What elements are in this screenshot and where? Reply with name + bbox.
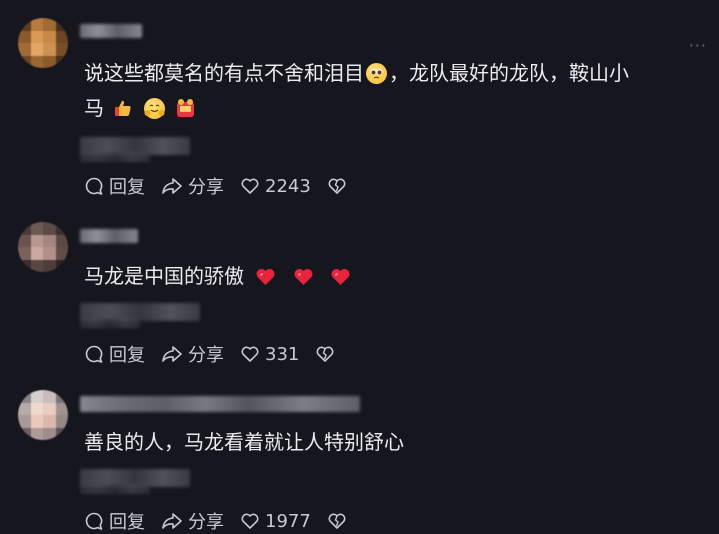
share-label: 分享 <box>188 512 224 533</box>
reply-button[interactable]: 回复 <box>84 508 145 534</box>
comment-meta-blurred <box>80 484 150 494</box>
heart-outline-icon <box>241 178 259 194</box>
username-blurred[interactable] <box>80 24 142 38</box>
comment-actions: 回复 分享 2243 <box>84 174 368 198</box>
username-blurred[interactable] <box>80 396 360 412</box>
red-envelope-icon <box>175 98 196 119</box>
red-heart-icon <box>294 269 313 285</box>
more-options-icon[interactable]: ··· <box>689 36 707 55</box>
reply-button[interactable]: 回复 <box>84 341 145 367</box>
hugging-face-icon <box>143 98 165 119</box>
reply-icon <box>85 345 103 363</box>
comment-text-line: 马龙是中国的骄傲 <box>84 264 244 288</box>
comment-actions: 回复 分享 1977 <box>84 509 368 533</box>
dislike-button[interactable] <box>327 176 352 196</box>
share-icon <box>162 513 182 529</box>
avatar[interactable] <box>18 18 68 68</box>
share-icon <box>162 178 182 194</box>
like-button[interactable]: 1977 <box>240 511 311 532</box>
share-button[interactable]: 分享 <box>161 341 224 367</box>
dislike-button[interactable] <box>315 344 340 364</box>
like-button[interactable]: 331 <box>240 344 299 365</box>
comment-text-line: 说这些都莫名的有点不舍和泪目 <box>84 61 364 85</box>
reply-icon <box>85 177 103 195</box>
username-blurred[interactable] <box>80 229 138 243</box>
reply-button[interactable]: 回复 <box>84 173 145 199</box>
thumbs-up-icon <box>112 98 133 119</box>
heart-outline-icon <box>241 513 259 529</box>
reply-label: 回复 <box>109 512 145 533</box>
broken-heart-icon <box>316 346 334 362</box>
pleading-face-icon <box>366 63 387 84</box>
dislike-button[interactable] <box>327 511 352 531</box>
comment-text: 善良的人，马龙看着就让人特别舒心 <box>84 425 684 460</box>
share-icon <box>162 346 182 362</box>
red-heart-icon <box>331 269 350 285</box>
reply-label: 回复 <box>109 177 145 198</box>
comment-text: 马龙是中国的骄傲 <box>84 259 684 294</box>
comment-actions: 回复 分享 331 <box>84 342 356 366</box>
avatar[interactable] <box>18 390 68 440</box>
like-button[interactable]: 2243 <box>240 176 311 197</box>
comment-meta-blurred <box>80 152 150 162</box>
like-count: 2243 <box>265 175 311 197</box>
like-count: 331 <box>265 343 300 365</box>
reply-icon <box>85 512 103 530</box>
share-label: 分享 <box>188 177 224 198</box>
heart-outline-icon <box>241 346 259 362</box>
like-count: 1977 <box>265 510 311 532</box>
reply-label: 回复 <box>109 345 145 366</box>
comment-text-line: 马 <box>84 96 104 120</box>
share-button[interactable]: 分享 <box>161 508 224 534</box>
avatar[interactable] <box>18 222 68 272</box>
comment-meta-blurred <box>80 318 140 328</box>
share-button[interactable]: 分享 <box>161 173 224 199</box>
red-heart-icon <box>256 269 275 285</box>
broken-heart-icon <box>328 513 346 529</box>
comment-text-line: 善良的人，马龙看着就让人特别舒心 <box>84 430 404 454</box>
comment-text-line: ，龙队最好的龙队，鞍山小 <box>389 61 629 85</box>
comment-text: 说这些都莫名的有点不舍和泪目 ，龙队最好的龙队，鞍山小 马 <box>84 56 684 126</box>
share-label: 分享 <box>188 345 224 366</box>
broken-heart-icon <box>328 178 346 194</box>
